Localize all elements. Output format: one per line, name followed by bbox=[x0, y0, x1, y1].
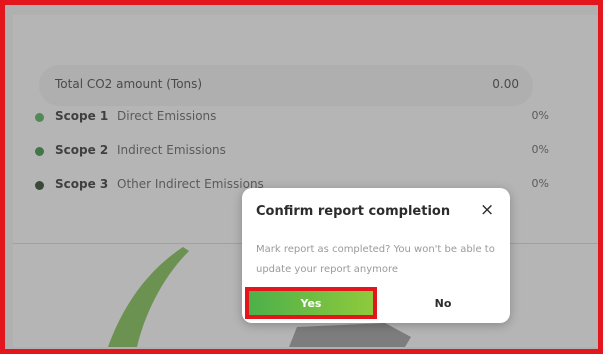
dialog-title: Confirm report completion bbox=[256, 204, 451, 219]
yes-button-label: Yes bbox=[300, 296, 322, 310]
close-icon[interactable]: × bbox=[480, 200, 494, 220]
confirm-dialog: Confirm report completion × Mark report … bbox=[242, 188, 510, 323]
no-button[interactable]: No bbox=[380, 289, 506, 317]
dialog-message: Mark report as completed? You won't be a… bbox=[256, 244, 495, 275]
yes-button[interactable]: Yes bbox=[245, 287, 377, 319]
no-button-label: No bbox=[434, 296, 452, 310]
screenshot-frame: Total CO2 amount (Tons) 0.00 Scope 1 Dir… bbox=[0, 0, 603, 354]
